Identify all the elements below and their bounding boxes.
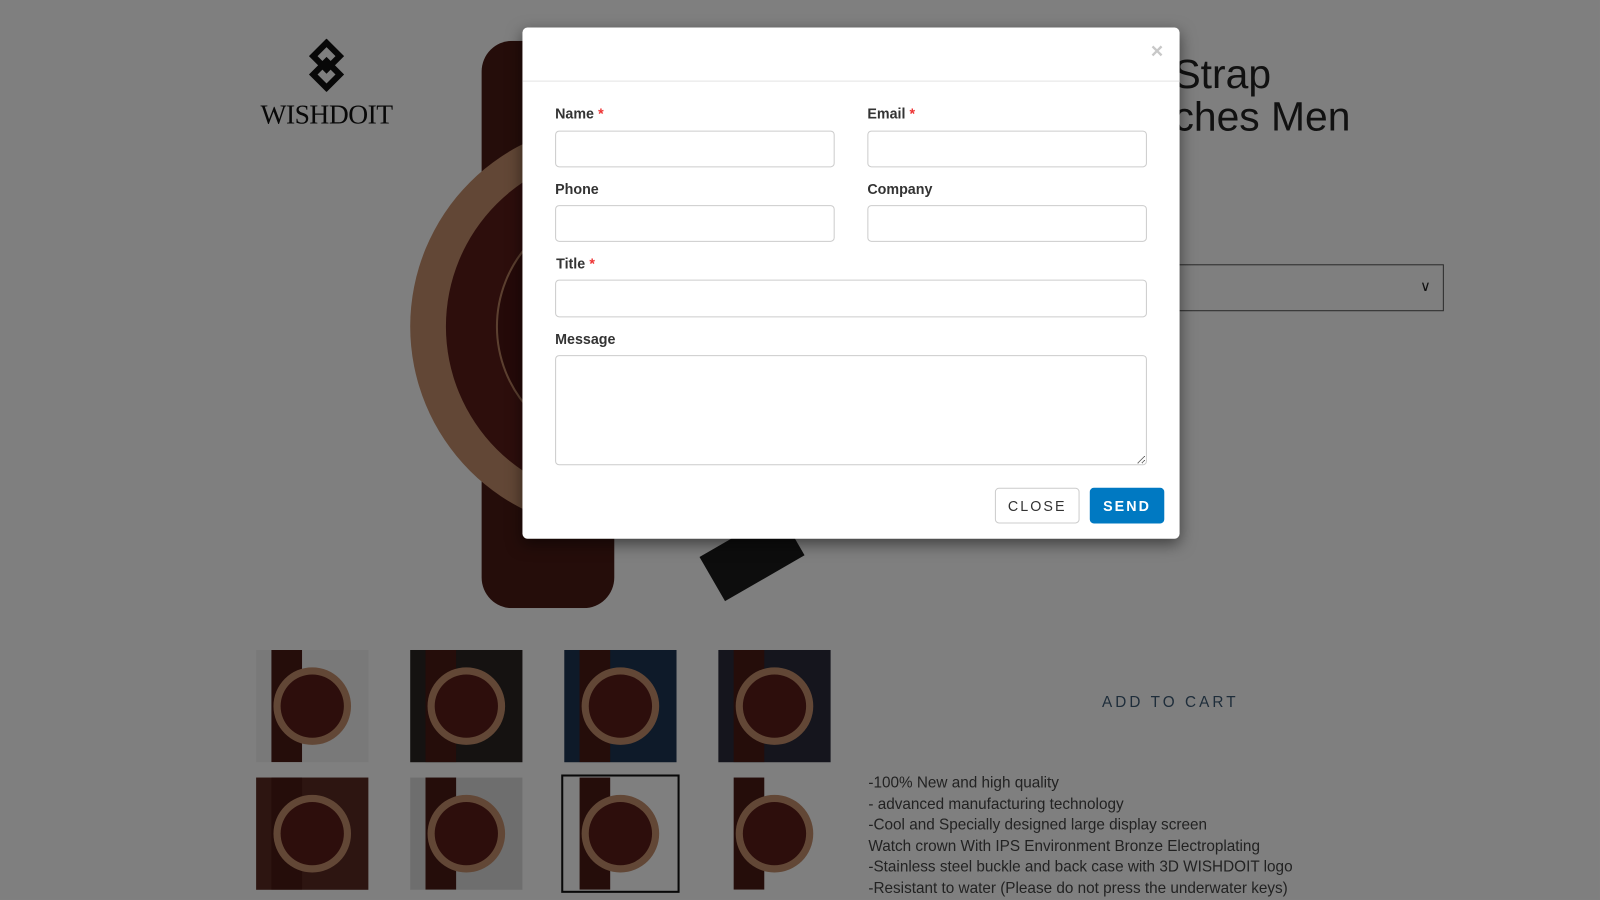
message-label: Message [555,330,616,347]
send-button[interactable]: SEND [1089,487,1165,524]
name-label: Name * [555,105,604,122]
email-label: Email * [867,105,916,122]
page: WISHDOIT Strap ches Men ∨ ADD TO CART -1… [0,0,1600,900]
email-input[interactable] [867,130,1147,168]
title-input[interactable] [555,279,1147,318]
phone-label: Phone [555,180,599,197]
name-input[interactable] [555,130,835,168]
close-button[interactable]: CLOSE [994,487,1080,524]
message-textarea[interactable] [555,355,1147,466]
phone-input[interactable] [555,205,835,242]
modal-header: × [522,28,1180,82]
contact-modal: × Name * Email * Phone Company Title * Mess… [522,27,1180,539]
company-label: Company [867,180,933,197]
company-input[interactable] [867,205,1147,242]
title-label: Title * [556,255,595,272]
close-icon[interactable]: × [1151,40,1164,64]
